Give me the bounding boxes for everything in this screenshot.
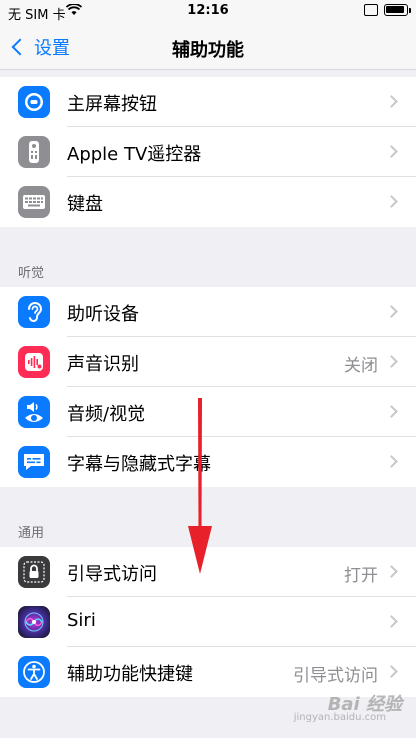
siri-icon bbox=[18, 606, 50, 638]
list-item-label: Apple TV遥控器 bbox=[67, 144, 202, 165]
list-item-label: 辅助功能快捷键 bbox=[67, 664, 193, 685]
status-bar: 无 SIM 卡 12:16 bbox=[0, 0, 416, 24]
list-item-sound-recognition[interactable]: 声音识别 关闭 bbox=[0, 337, 416, 387]
audio-visual-icon bbox=[18, 396, 50, 428]
list-item-tv-remote[interactable]: Apple TV遥控器 bbox=[0, 127, 416, 177]
navigation-bar: 设置 辅助功能 bbox=[0, 24, 416, 70]
list-item-label: 主屏幕按钮 bbox=[67, 94, 157, 115]
list-item-value: 引导式访问 bbox=[293, 666, 378, 686]
settings-group-top: 主屏幕按钮 Apple TV遥控器 键盘 bbox=[0, 77, 416, 227]
list-item-label: Siri bbox=[67, 610, 96, 631]
sound-recognition-icon bbox=[18, 346, 50, 378]
list-item-keyboard[interactable]: 键盘 bbox=[0, 177, 416, 227]
chevron-right-icon bbox=[385, 565, 398, 578]
chevron-right-icon bbox=[385, 305, 398, 318]
chevron-right-icon bbox=[385, 145, 398, 158]
chevron-right-icon bbox=[385, 665, 398, 678]
red-arrow-annotation bbox=[188, 398, 212, 574]
list-item-value: 关闭 bbox=[344, 356, 378, 376]
chevron-right-icon bbox=[385, 355, 398, 368]
chevron-right-icon bbox=[385, 455, 398, 468]
list-item-hearing-devices[interactable]: 助听设备 bbox=[0, 287, 416, 337]
page-title: 辅助功能 bbox=[172, 40, 244, 61]
list-item-label: 声音识别 bbox=[67, 354, 139, 375]
list-item-label: 引导式访问 bbox=[67, 564, 157, 585]
list-item-label: 音频/视觉 bbox=[67, 404, 146, 425]
status-time: 12:16 bbox=[187, 3, 229, 18]
list-item-value: 打开 bbox=[344, 566, 378, 586]
screen-mirroring-icon bbox=[364, 4, 378, 16]
chevron-right-icon bbox=[385, 195, 398, 208]
list-item-siri[interactable]: Siri bbox=[0, 597, 416, 647]
list-item-home-button[interactable]: 主屏幕按钮 bbox=[0, 77, 416, 127]
list-item-label: 键盘 bbox=[67, 194, 103, 215]
tv-remote-icon bbox=[18, 136, 50, 168]
section-header-hearing: 听觉 bbox=[18, 266, 45, 281]
lock-icon bbox=[18, 556, 50, 588]
list-item-label: 助听设备 bbox=[67, 304, 139, 325]
ear-icon bbox=[18, 296, 50, 328]
subtitles-icon bbox=[18, 446, 50, 478]
keyboard-icon bbox=[18, 186, 50, 218]
section-header-general: 通用 bbox=[18, 526, 45, 541]
home-button-icon bbox=[18, 86, 50, 118]
accessibility-icon bbox=[18, 656, 50, 688]
watermark-url: jingyan.baidu.com bbox=[293, 712, 386, 723]
chevron-right-icon bbox=[385, 615, 398, 628]
battery-icon bbox=[384, 4, 411, 16]
chevron-right-icon bbox=[385, 405, 398, 418]
chevron-right-icon bbox=[385, 95, 398, 108]
